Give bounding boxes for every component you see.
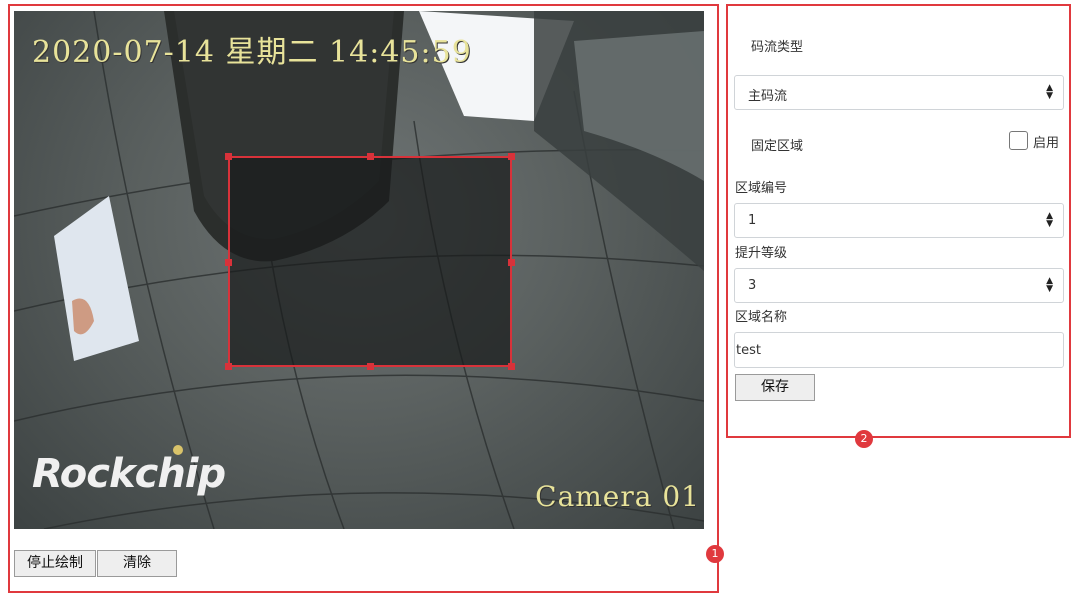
- enable-label: 启用: [1033, 136, 1060, 151]
- resize-handle-bottom-right[interactable]: [508, 363, 515, 370]
- promote-level-value: 3: [748, 278, 757, 293]
- osd-datetime: 2020-07-14 星期二 14:45:59: [32, 35, 472, 70]
- resize-handle-top[interactable]: [367, 153, 374, 160]
- stream-type-value: 主码流: [748, 89, 788, 104]
- video-preview[interactable]: 2020-07-14 星期二 14:45:59 Camera 01 Rockch…: [14, 11, 704, 529]
- fixed-region-label: 固定区域: [751, 139, 804, 154]
- stream-type-select[interactable]: 主码流 ▲ ▼: [734, 75, 1064, 110]
- resize-handle-top-right[interactable]: [508, 153, 515, 160]
- region-number-value: 1: [748, 213, 757, 228]
- resize-handle-top-left[interactable]: [225, 153, 232, 160]
- region-name-value: test: [736, 343, 761, 358]
- enable-checkbox[interactable]: [1009, 131, 1028, 150]
- annotation-marker-1: 1: [706, 545, 724, 563]
- resize-handle-right[interactable]: [508, 259, 515, 266]
- promote-level-select[interactable]: 3 ▲ ▼: [734, 268, 1064, 303]
- clear-button[interactable]: 清除: [97, 550, 177, 577]
- stop-draw-button[interactable]: 停止绘制: [14, 550, 96, 577]
- resize-handle-bottom[interactable]: [367, 363, 374, 370]
- annotation-marker-2: 2: [855, 430, 873, 448]
- select-arrows-icon: ▲ ▼: [1046, 211, 1053, 229]
- region-name-input[interactable]: test: [734, 332, 1064, 368]
- promote-level-label: 提升等级: [735, 246, 788, 261]
- save-button[interactable]: 保存: [735, 374, 815, 401]
- resize-handle-left[interactable]: [225, 259, 232, 266]
- stream-type-label: 码流类型: [751, 40, 804, 55]
- select-arrows-icon: ▲ ▼: [1046, 276, 1053, 294]
- resize-handle-bottom-left[interactable]: [225, 363, 232, 370]
- osd-camera-label: Camera 01: [535, 480, 700, 513]
- region-name-label: 区域名称: [735, 310, 788, 325]
- region-number-label: 区域编号: [735, 181, 788, 196]
- rockchip-logo: Rockchip: [32, 451, 226, 497]
- select-arrows-icon: ▲ ▼: [1046, 83, 1053, 101]
- roi-region-box[interactable]: [225, 153, 515, 370]
- region-number-select[interactable]: 1 ▲ ▼: [734, 203, 1064, 238]
